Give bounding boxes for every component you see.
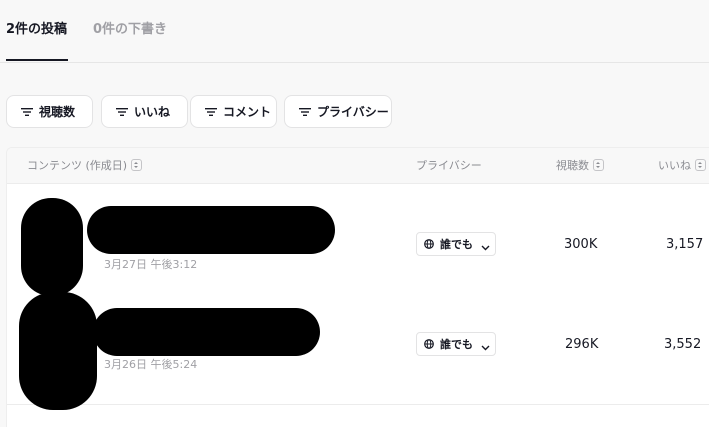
table-row[interactable]: 3月27日 午後3:12 誰でも 300K 3,157 [7, 184, 709, 296]
privacy-value: 誰でも [440, 238, 473, 251]
chevron-down-icon [481, 241, 490, 251]
likes-count: 3,157 [666, 237, 704, 252]
filter-likes-label: いいね [134, 105, 171, 119]
tab-posts[interactable]: 2件の投稿 [6, 18, 67, 37]
redacted-title [93, 308, 320, 356]
globe-icon [424, 239, 434, 249]
table-row[interactable]: 3月26日 午後5:24 誰でも 296K 3,552 [7, 292, 709, 410]
filter-icon [116, 107, 128, 117]
privacy-dropdown[interactable]: 誰でも [416, 332, 496, 356]
column-header-privacy-label: プライバシー [416, 159, 482, 172]
filter-views-button[interactable]: 視聴数 [6, 95, 93, 128]
redacted-thumbnail [21, 198, 83, 296]
privacy-value: 誰でも [440, 338, 473, 351]
filter-privacy-label: プライバシー [317, 105, 389, 119]
tab-drafts[interactable]: 0件の下書き [93, 18, 167, 37]
privacy-dropdown[interactable]: 誰でも [416, 232, 496, 256]
redacted-title [87, 206, 335, 254]
likes-count: 3,552 [664, 337, 702, 352]
sort-icon[interactable] [131, 159, 143, 171]
post-date: 3月27日 午後3:12 [104, 258, 198, 271]
filter-views-label: 視聴数 [39, 105, 76, 119]
posts-table: コンテンツ (作成日) プライバシー 視聴数 いいね 3月27日 午後3:12 … [6, 147, 709, 427]
column-header-privacy: プライバシー [416, 157, 482, 173]
column-header-content-label: コンテンツ (作成日) [27, 159, 128, 172]
filter-icon [21, 107, 33, 117]
column-header-likes-label: いいね [658, 159, 691, 172]
sort-icon[interactable] [695, 159, 706, 171]
views-count: 300K [564, 237, 598, 252]
filter-comments-label: コメント [223, 105, 272, 119]
filter-privacy-button[interactable]: プライバシー [284, 95, 392, 128]
column-header-views[interactable]: 視聴数 [556, 157, 604, 173]
post-tabs: 2件の投稿 0件の下書き [0, 0, 709, 63]
post-date: 3月26日 午後5:24 [104, 358, 198, 371]
table-header: コンテンツ (作成日) プライバシー 視聴数 いいね [7, 148, 709, 184]
column-header-likes[interactable]: いいね [658, 157, 706, 173]
sort-icon[interactable] [593, 159, 604, 171]
views-count: 296K [565, 337, 599, 352]
column-header-views-label: 視聴数 [556, 159, 589, 172]
filter-comments-button[interactable]: コメント [190, 95, 277, 128]
chevron-down-icon [481, 341, 490, 351]
filter-likes-button[interactable]: いいね [101, 95, 188, 128]
filter-icon [299, 107, 311, 117]
active-tab-indicator [6, 59, 68, 61]
column-header-content[interactable]: コンテンツ (作成日) [27, 157, 143, 173]
filter-icon [205, 107, 217, 117]
redacted-thumbnail [19, 292, 97, 410]
globe-icon [424, 339, 434, 349]
